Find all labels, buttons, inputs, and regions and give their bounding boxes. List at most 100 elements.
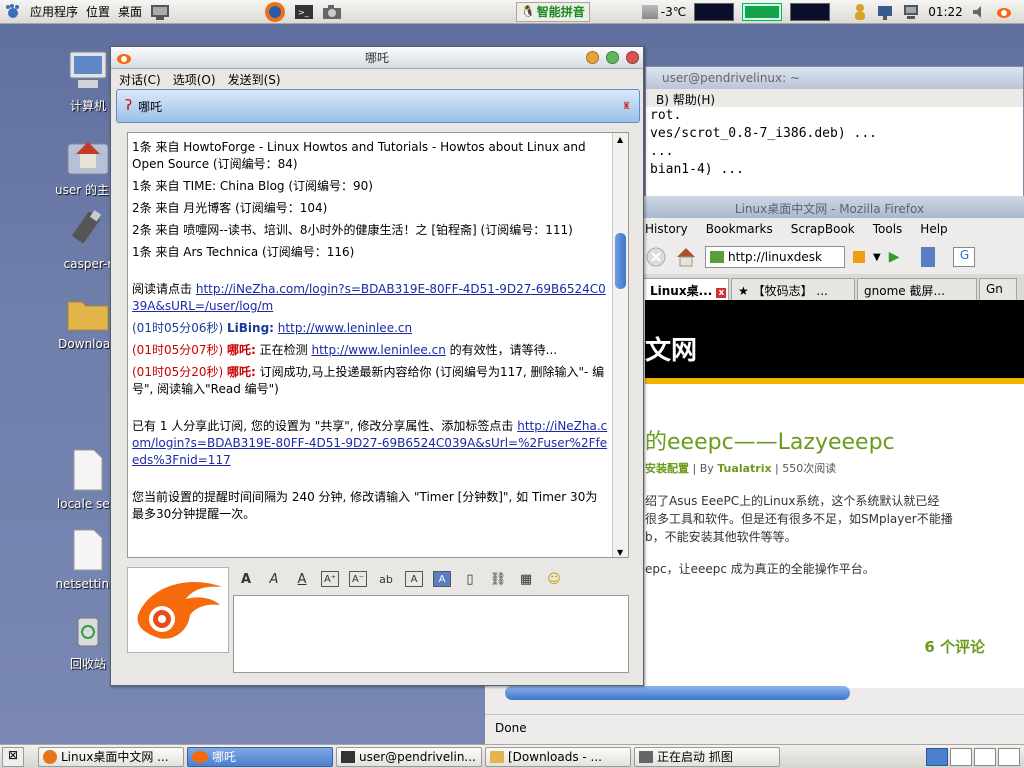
status-bar: Done bbox=[485, 714, 1024, 744]
maximize-button[interactable] bbox=[606, 51, 620, 64]
background-color-icon[interactable]: A bbox=[433, 571, 451, 587]
taskbar-nezha[interactable]: 哪吒 bbox=[187, 746, 333, 767]
menu-places[interactable]: 位置 bbox=[82, 0, 114, 24]
home-icon[interactable] bbox=[675, 246, 697, 268]
menu-bookmarks[interactable]: Bookmarks bbox=[706, 222, 773, 236]
screenshot-icon bbox=[639, 750, 653, 763]
message-input[interactable] bbox=[233, 595, 629, 673]
taskbar-firefox[interactable]: Linux桌面中文网 ... bbox=[38, 746, 184, 767]
bold-icon[interactable]: A bbox=[237, 571, 255, 587]
message-history[interactable]: 1条 来自 HowtoForge - Linux Howtos and Tuto… bbox=[127, 132, 629, 558]
tab-gmail[interactable]: Gn bbox=[979, 278, 1017, 300]
message-line: 1条 来自 HowtoForge - Linux Howtos and Tuto… bbox=[132, 140, 586, 171]
network-status-icon[interactable] bbox=[872, 0, 898, 24]
read-link[interactable]: http://iNeZha.com/login?s=BDAB319E-80FF-… bbox=[132, 282, 606, 313]
penguin-icon: 🐧 bbox=[521, 5, 535, 18]
terminal-title: user@pendrivelinux: ~ bbox=[646, 67, 1023, 89]
cpu-graph bbox=[690, 0, 738, 24]
gnome-foot-icon[interactable] bbox=[0, 0, 26, 24]
terminal-launcher-icon[interactable]: >_ bbox=[290, 0, 318, 24]
message-line: 您当前设置的提醒时间间隔为 240 分钟, 修改请输入 "Timer [分钟数]… bbox=[132, 490, 598, 521]
chat-window[interactable]: 哪吒 对话(C) 选项(O) 发送到(S) ʔ 哪吒 ♜ 1条 来自 Howto… bbox=[110, 46, 644, 686]
clear-format-icon[interactable]: ▯ bbox=[461, 571, 479, 587]
top-panel: 应用程序 位置 桌面 >_ 🐧 智能拼音 -3℃ 01:22 bbox=[0, 0, 1024, 24]
system-monitor-icon[interactable] bbox=[146, 0, 174, 24]
menu-tools[interactable]: Tools bbox=[873, 222, 903, 236]
bookmark-icon[interactable] bbox=[921, 247, 936, 267]
volume-icon[interactable] bbox=[967, 0, 991, 24]
menu-help[interactable]: Help bbox=[920, 222, 947, 236]
leninlee-link[interactable]: http://www.leninlee.cn bbox=[312, 343, 446, 357]
post-title[interactable]: 的eeepc——Lazyeeepc bbox=[645, 424, 1024, 456]
text-color-icon[interactable]: A bbox=[405, 571, 423, 587]
font-face-icon[interactable]: ab bbox=[377, 571, 395, 587]
contact-avatar bbox=[127, 567, 229, 653]
go-icon[interactable]: ▶ bbox=[889, 249, 900, 265]
menu-send-to[interactable]: 发送到(S) bbox=[228, 71, 281, 88]
message-line: (01时05分06秒) LiBing: http://www.leninlee.… bbox=[132, 321, 413, 335]
contact-header[interactable]: ʔ 哪吒 ♜ bbox=[116, 89, 640, 123]
post-body: 绍了Asus EeePC上的Linux系统，这个系统默认就已经 很多工具和软件。… bbox=[645, 494, 953, 576]
rss-icon[interactable] bbox=[853, 251, 865, 263]
terminal-menu[interactable]: B) 帮助(H) bbox=[646, 89, 1023, 107]
font-larger-icon[interactable]: A⁺ bbox=[321, 571, 339, 587]
taskbar-screenshot[interactable]: 正在启动 抓图 bbox=[634, 746, 780, 767]
message-line: (01时05分20秒) 哪吒: 订阅成功,马上投递最新内容给你 (订阅编号为11… bbox=[132, 365, 605, 396]
home-folder-icon bbox=[67, 142, 109, 175]
italic-icon[interactable]: A bbox=[265, 571, 283, 587]
show-desktop-icon[interactable]: ⊠ bbox=[2, 746, 24, 767]
menu-desktop[interactable]: 桌面 bbox=[114, 0, 146, 24]
close-button[interactable] bbox=[626, 51, 639, 64]
nezha-tray-icon[interactable] bbox=[991, 0, 1017, 24]
horizontal-scrollbar[interactable] bbox=[505, 686, 850, 700]
insert-link-icon[interactable]: ⛓ bbox=[489, 571, 507, 587]
terminal-window[interactable]: user@pendrivelinux: ~ B) 帮助(H) rot. ves/… bbox=[645, 66, 1024, 206]
close-tab-icon: x bbox=[716, 288, 727, 298]
message-line: (01时05分07秒) 哪吒: 正在检测 http://www.leninlee… bbox=[132, 343, 558, 357]
message-line: 1条 来自 TIME: China Blog (订阅编号：90) bbox=[132, 179, 373, 193]
user-icon[interactable] bbox=[848, 0, 872, 24]
scroll-down-icon[interactable]: ▼ bbox=[617, 548, 623, 557]
firefox-launcher-icon[interactable] bbox=[260, 0, 290, 24]
scroll-thumb[interactable] bbox=[615, 233, 626, 289]
ime-label: 智能拼音 bbox=[536, 5, 585, 19]
vertical-scrollbar[interactable]: ▲ ▼ bbox=[612, 133, 628, 557]
chat-title: 哪吒 bbox=[364, 51, 389, 65]
menu-history[interactable]: History bbox=[645, 222, 688, 236]
minimize-button[interactable] bbox=[586, 51, 600, 64]
url-bar[interactable]: http://linuxdesk bbox=[705, 246, 845, 268]
computer-status-icon[interactable] bbox=[898, 0, 924, 24]
leninlee-link[interactable]: http://www.leninlee.cn bbox=[278, 321, 412, 335]
font-smaller-icon[interactable]: A⁻ bbox=[349, 571, 367, 587]
chat-titlebar[interactable]: 哪吒 bbox=[111, 47, 643, 69]
pin-icon[interactable]: ♜ bbox=[622, 101, 631, 112]
menu-conversation[interactable]: 对话(C) bbox=[119, 71, 161, 88]
menu-scrapbook[interactable]: ScrapBook bbox=[791, 222, 855, 236]
scroll-up-icon[interactable]: ▲ bbox=[617, 135, 623, 144]
google-search-icon[interactable]: G bbox=[953, 247, 976, 267]
underline-icon[interactable]: A bbox=[293, 571, 311, 587]
tab-linuxdesk[interactable]: Linux桌... x bbox=[643, 278, 729, 300]
smiley-icon[interactable]: ☺ bbox=[545, 571, 563, 587]
url-text: http://linuxdesk bbox=[728, 250, 822, 264]
screenshot-launcher-icon[interactable] bbox=[318, 0, 346, 24]
stop-icon[interactable] bbox=[645, 246, 667, 268]
weather-applet[interactable]: -3℃ bbox=[638, 0, 690, 24]
nezha-icon bbox=[192, 750, 208, 763]
menu-options[interactable]: 选项(O) bbox=[173, 71, 216, 88]
insert-image-icon[interactable]: ▦ bbox=[517, 571, 535, 587]
menu-applications[interactable]: 应用程序 bbox=[26, 0, 82, 24]
clock[interactable]: 01:22 bbox=[924, 0, 967, 24]
taskbar-downloads[interactable]: [Downloads - ... bbox=[485, 746, 631, 767]
message-line: 1条 来自 Ars Technica (订阅编号：116) bbox=[132, 245, 355, 259]
cloud-icon bbox=[641, 4, 658, 19]
workspace-switcher[interactable] bbox=[926, 747, 1020, 766]
ime-indicator[interactable]: 🐧 智能拼音 bbox=[516, 1, 590, 22]
dropdown-icon[interactable]: ▼ bbox=[873, 252, 881, 263]
comment-count[interactable]: 6 个评论 bbox=[924, 636, 985, 657]
tab-gnome[interactable]: gnome 截屏... bbox=[857, 278, 977, 300]
usb-drive-icon bbox=[72, 210, 102, 243]
nezha-avatar-icon bbox=[137, 582, 222, 639]
taskbar-terminal[interactable]: user@pendrivelin... bbox=[336, 746, 482, 767]
tab-mumazhi[interactable]: ★ 【牧码志】 ... bbox=[731, 278, 855, 300]
